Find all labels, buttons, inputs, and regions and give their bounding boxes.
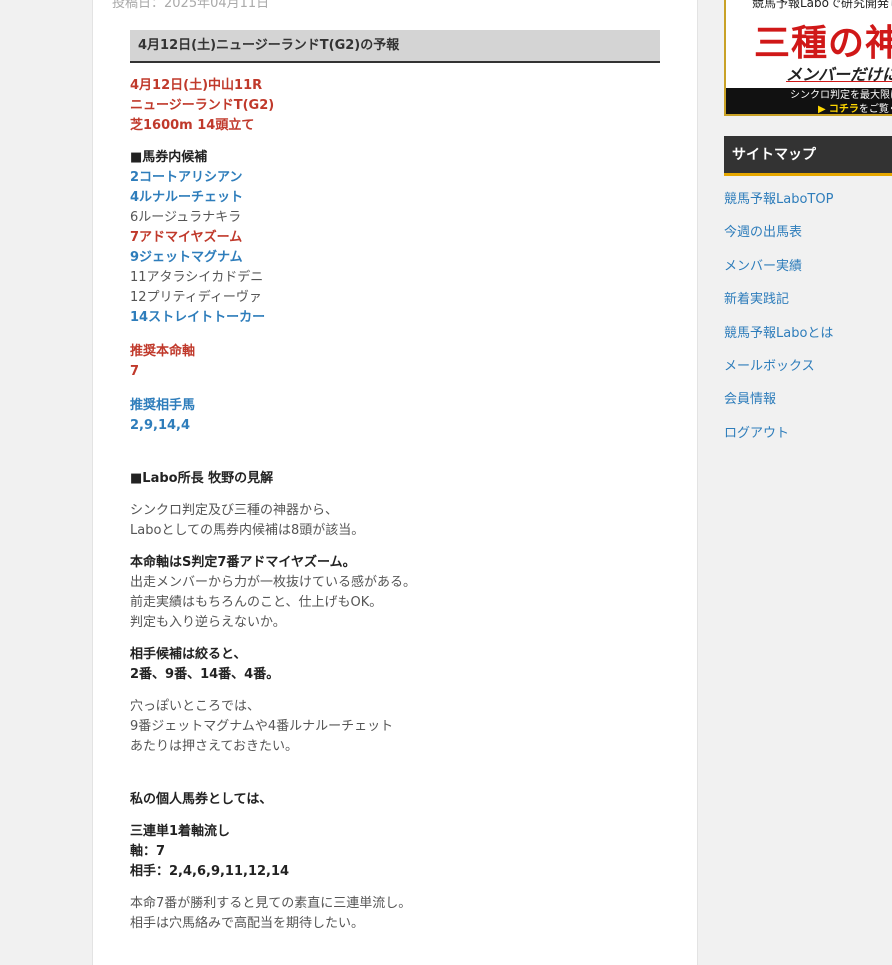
- ticket-axis: 軸：7: [130, 844, 166, 859]
- banner-link-highlight: コチラ: [828, 104, 859, 115]
- paragraph-bold-line: 2番、9番、14番、4番。: [130, 667, 280, 682]
- candidate-item: 11アタラシイカドデニ: [130, 270, 264, 285]
- paragraph-line: 相手は穴馬絡みで高配当を期待したい。: [130, 916, 365, 931]
- candidate-item: 6ルージュラナキラ: [130, 210, 242, 225]
- partner-value: 2,9,14,4: [130, 418, 191, 433]
- candidate-item: 14ストレイトトーカー: [130, 310, 266, 325]
- sitemap-list: 競馬予報LaboTOP 今週の出馬表 メンバー実績 新着実践記 競馬予報Labo…: [724, 190, 833, 457]
- sidebar: 競馬予報Laboで研究開発し 三種の神 メンバーだけに シンクロ判定を最大限に …: [724, 0, 892, 965]
- banner-sub-text: メンバーだけに: [786, 65, 892, 84]
- sitemap-link-member-info[interactable]: 会員情報: [724, 390, 833, 423]
- paragraph-line: 穴っぽいところでは、: [130, 699, 261, 714]
- promo-banner[interactable]: 競馬予報Laboで研究開発し 三種の神 メンバーだけに シンクロ判定を最大限に …: [724, 0, 892, 116]
- paragraph-bold-line: 相手候補は絞ると、: [130, 647, 247, 662]
- personal-heading: 私の個人馬券としては、: [130, 792, 273, 807]
- sitemap-link-mailbox[interactable]: メールボックス: [724, 357, 833, 390]
- paragraph-line: あたりは押さえておきたい。: [130, 739, 298, 754]
- sitemap-link-race-card[interactable]: 今週の出馬表: [724, 223, 833, 256]
- ticket-type: 三連単1着軸流し: [130, 824, 231, 839]
- banner-main-text: 三種の神: [754, 23, 892, 64]
- sitemap-link-member-results[interactable]: メンバー実績: [724, 257, 833, 290]
- ticket-partners: 相手：2,4,6,9,11,12,14: [130, 864, 290, 879]
- paragraph-bold-line: 本命軸はS判定7番アドマイヤズーム。: [130, 555, 356, 570]
- banner-bottom-text: シンクロ判定を最大限に: [790, 90, 892, 101]
- banner-link-rest: をご覧く: [858, 104, 892, 115]
- paragraph-line: 前走実績はもちろんのこと、仕上げもOK。: [130, 595, 383, 610]
- triangle-right-icon: ▶: [818, 104, 826, 115]
- sitemap-link-top[interactable]: 競馬予報LaboTOP: [724, 190, 833, 223]
- main-axis-label: 推奨本命軸: [130, 344, 196, 359]
- sitemap-title: サイトマップ: [724, 136, 892, 176]
- post-date: 投稿日：2025年04月11日: [112, 0, 270, 11]
- paragraph-line: 出走メンバーから力が一枚抜けている感がある。: [130, 575, 417, 590]
- race-date: 4月12日(土)中山11R: [130, 78, 263, 93]
- candidate-item: 4ルナルーチェット: [130, 190, 244, 205]
- sitemap-link-about[interactable]: 競馬予報Laboとは: [724, 324, 833, 357]
- post-title: 4月12日(土)ニュージーランドT(G2)の予報: [130, 30, 660, 63]
- race-course: 芝1600m 14頭立て: [130, 118, 255, 133]
- race-name: ニュージーランドT(G2): [130, 98, 275, 113]
- candidate-item: 2コートアリシアン: [130, 170, 243, 185]
- paragraph-line: 本命7番が勝利すると見ての素直に三連単流し。: [130, 896, 412, 911]
- banner-top-text: 競馬予報Laboで研究開発し: [752, 0, 892, 10]
- banner-link-text[interactable]: ▶ コチラをご覧く: [818, 100, 892, 115]
- post-body: 4月12日(土)中山11R ニュージーランドT(G2) 芝1600m 14頭立て…: [130, 76, 660, 934]
- candidate-item: 7アドマイヤズーム: [130, 230, 243, 245]
- partner-label: 推奨相手馬: [130, 398, 196, 413]
- candidates-heading: ■馬券内候補: [130, 150, 208, 165]
- paragraph-line: 判定も入り逆らえないか。: [130, 615, 286, 630]
- sitemap-link-logout[interactable]: ログアウト: [724, 424, 833, 457]
- opinion-heading: ■Labo所長 牧野の見解: [130, 471, 274, 486]
- candidate-item: 12プリティディーヴァ: [130, 290, 262, 305]
- paragraph-line: 9番ジェットマグナムや4番ルナルーチェット: [130, 719, 394, 734]
- candidate-item: 9ジェットマグナム: [130, 250, 243, 265]
- candidate-list: 2コートアリシアン 4ルナルーチェット 6ルージュラナキラ 7アドマイヤズーム …: [130, 168, 660, 328]
- main-axis-value: 7: [130, 364, 140, 379]
- paragraph-line: Laboとしての馬券内候補は8頭が該当。: [130, 523, 365, 538]
- paragraph-line: シンクロ判定及び三種の神器から、: [130, 503, 339, 518]
- sitemap-link-new-practice[interactable]: 新着実践記: [724, 290, 833, 323]
